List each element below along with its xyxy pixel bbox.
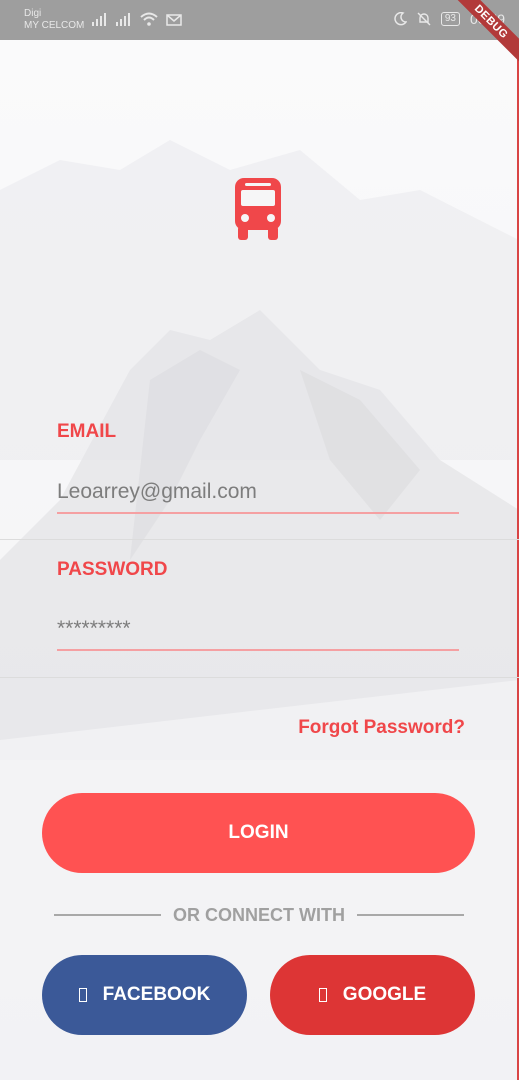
signal-icon-2 <box>116 13 130 26</box>
password-field[interactable] <box>57 609 459 651</box>
carrier-info: Digi MY CELCOM <box>24 8 84 32</box>
google-button[interactable]: GOOGLE <box>270 955 475 1035</box>
facebook-label: FACEBOOK <box>102 984 211 1005</box>
carrier-line-1: Digi <box>24 8 42 19</box>
battery-indicator: 93 <box>440 12 460 26</box>
or-connect-separator: OR CONNECT WITH <box>54 903 465 927</box>
email-field[interactable] <box>57 472 459 514</box>
login-button[interactable]: LOGIN <box>42 793 475 873</box>
wifi-icon <box>140 12 158 26</box>
separator-line-left <box>54 914 162 916</box>
separator-line-right <box>357 914 465 916</box>
carrier-line-2: MY CELCOM <box>24 20 85 31</box>
moon-icon <box>394 12 407 26</box>
signal-icon <box>92 13 106 26</box>
form-divider <box>0 539 519 540</box>
message-icon <box>166 14 182 26</box>
bus-icon <box>235 178 281 240</box>
facebook-button[interactable]: FACEBOOK <box>42 955 247 1035</box>
bell-off-icon <box>417 12 431 26</box>
facebook-icon <box>78 988 87 1002</box>
or-connect-text: OR CONNECT WITH <box>173 904 345 925</box>
status-bar: Digi MY CELCOM 93 00:59 <box>0 0 519 40</box>
status-icons-left <box>92 12 182 26</box>
form-divider-2 <box>0 677 519 678</box>
email-label: EMAIL <box>57 421 117 442</box>
google-label: GOOGLE <box>342 984 427 1005</box>
password-label: PASSWORD <box>57 559 168 580</box>
google-icon <box>318 988 327 1002</box>
forgot-password-link[interactable]: Forgot Password? <box>298 717 465 739</box>
